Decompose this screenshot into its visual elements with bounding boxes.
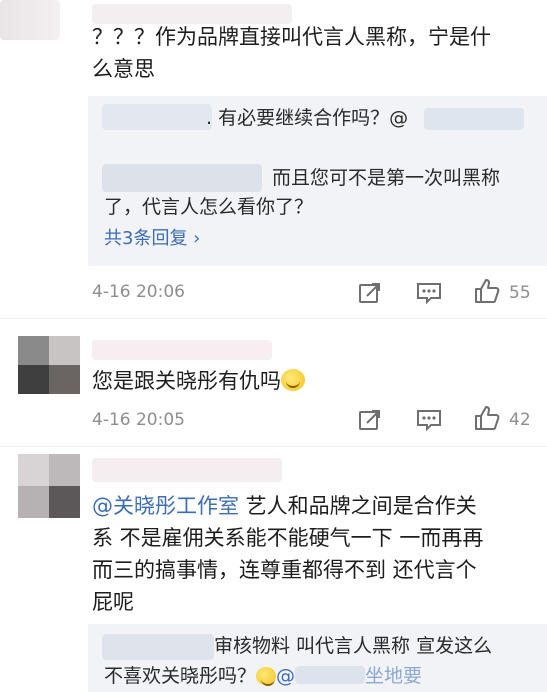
reply-text: 不喜欢关晓彤吗？ @ 坐地要 <box>104 665 423 687</box>
grin-emoji-icon <box>281 369 305 391</box>
like-button[interactable] <box>474 278 500 304</box>
thumbs-up-icon <box>475 279 500 303</box>
comment-text: @关晓彤工作室 艺人和品牌之间是合作关 <box>92 494 477 518</box>
comment-button[interactable] <box>416 408 442 432</box>
like-count: 42 <box>509 410 531 430</box>
like-button[interactable] <box>474 405 500 431</box>
mention-blurred <box>295 666 366 684</box>
avatar-blurred <box>18 454 80 518</box>
reply-username-blurred <box>102 104 212 130</box>
comment-icon <box>417 283 441 305</box>
like-count: 55 <box>509 283 531 303</box>
comment-text: ？？？作为品牌直接叫代言人黑称，宁是什 <box>92 25 491 49</box>
divider <box>0 318 547 319</box>
comment-timestamp: 4-16 20:06 <box>92 282 185 302</box>
thumbs-up-icon <box>475 406 500 430</box>
divider <box>0 446 547 447</box>
reply-text: 审核物料 叫代言人黑称 宣发这么 <box>214 635 493 657</box>
mention-link[interactable]: @关晓彤工作室 <box>92 494 239 518</box>
username-blurred <box>92 340 272 360</box>
username-blurred <box>92 458 282 482</box>
comment-text: 么意思 <box>92 57 155 81</box>
reply-username-blurred <box>102 164 262 192</box>
comment-icon <box>417 410 441 432</box>
comment-button[interactable] <box>416 281 442 305</box>
comment-text: 而三的搞事情，连尊重都得不到 还代言个 <box>92 558 477 582</box>
comment-text: 屁呢 <box>92 590 134 614</box>
mention-blurred <box>424 108 524 130</box>
mention-link[interactable]: 坐地要 <box>365 665 422 687</box>
reply-text: 而且您可不是第一次叫黑称 <box>272 167 501 189</box>
grin-emoji-icon <box>256 667 277 686</box>
reply-box: . 有必要继续合作吗？@ 而且您可不是第一次叫黑称 了，代言人怎么看你了？ 共3… <box>88 96 547 266</box>
reply-box: 审核物料 叫代言人黑称 宣发这么 不喜欢关晓彤吗？ @ 坐地要 <box>88 624 547 692</box>
comment-timestamp: 4-16 20:05 <box>92 410 185 430</box>
reply-text: . 有必要继续合作吗？@ <box>206 104 524 132</box>
username-blurred <box>92 4 292 24</box>
comment-text: 系 不是雇佣关系能不能硬气一下 一而再再 <box>92 526 484 550</box>
reply-username-blurred <box>102 634 214 660</box>
reply-text: 了，代言人怎么看你了？ <box>104 196 314 218</box>
mention-link[interactable]: @ <box>276 665 295 687</box>
repost-icon <box>359 283 380 303</box>
repost-button[interactable] <box>358 281 382 305</box>
view-replies-link[interactable]: 共3条回复 › <box>104 225 200 253</box>
repost-icon <box>359 410 380 430</box>
avatar-blurred <box>0 0 60 40</box>
comment-text: 您是跟关晓彤有仇吗 <box>92 366 305 396</box>
repost-button[interactable] <box>358 408 382 432</box>
avatar-blurred <box>18 336 80 394</box>
